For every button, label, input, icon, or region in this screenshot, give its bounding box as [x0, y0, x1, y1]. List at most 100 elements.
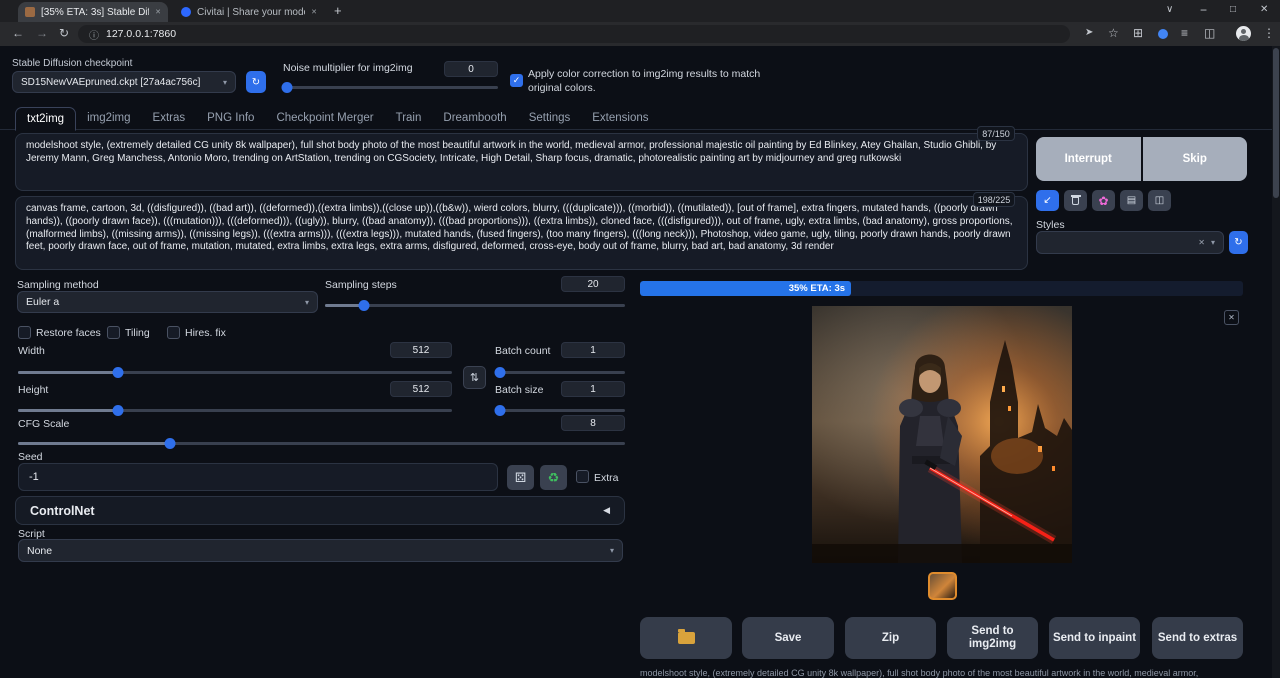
tab-png-info[interactable]: PNG Info: [196, 107, 265, 131]
zip-button[interactable]: Zip: [845, 617, 936, 659]
generation-info-text: modelshoot style, (extremely detailed CG…: [640, 668, 1243, 678]
height-value[interactable]: 512: [390, 381, 452, 397]
window-minimize-button[interactable]: −: [1200, 4, 1207, 16]
tab-txt2img[interactable]: txt2img: [15, 107, 76, 131]
window-close-button[interactable]: ✕: [1260, 5, 1268, 15]
prompt-textarea[interactable]: modelshoot style, (extremely detailed CG…: [15, 133, 1028, 191]
bookmark-star-icon[interactable]: ☆: [1108, 27, 1119, 39]
extension-blue-icon[interactable]: [1158, 29, 1168, 39]
reading-list-icon[interactable]: ≡: [1181, 27, 1188, 39]
gallery-thumbnail[interactable]: [928, 572, 957, 600]
noise-multiplier-label: Noise multiplier for img2img: [283, 62, 413, 74]
height-slider[interactable]: [18, 404, 452, 416]
styles-dropdown[interactable]: ✕ ▾: [1036, 231, 1224, 254]
sampling-steps-label: Sampling steps: [325, 279, 397, 291]
batch-count-value[interactable]: 1: [561, 342, 625, 358]
tiling-checkbox[interactable]: [107, 326, 120, 339]
send-to-extras-button[interactable]: Send to extras: [1152, 617, 1243, 659]
seed-input[interactable]: -1: [18, 463, 498, 491]
site-info-icon[interactable]: ⓘ: [89, 27, 99, 42]
apply-styles-button[interactable]: ▤: [1120, 190, 1143, 211]
noise-multiplier-value[interactable]: 0: [444, 61, 498, 77]
tab-checkpoint-merger[interactable]: Checkpoint Merger: [265, 107, 384, 131]
paste-icon: ↙: [1043, 195, 1051, 206]
interrupt-button[interactable]: Interrupt: [1036, 137, 1141, 181]
browser-menu-kebab-icon[interactable]: ⋮: [1263, 27, 1275, 39]
back-icon[interactable]: ←: [12, 27, 24, 39]
batch-count-slider[interactable]: [495, 366, 625, 378]
cfg-scale-value[interactable]: 8: [561, 415, 625, 431]
refresh-icon: ↻: [252, 77, 260, 88]
profile-avatar[interactable]: [1236, 26, 1251, 41]
tab-title: Civitai | Share your models: [197, 7, 305, 18]
chevron-down-icon: ▾: [305, 298, 309, 307]
recycle-icon: ♻: [548, 470, 560, 486]
sampling-steps-slider[interactable]: [325, 299, 625, 311]
tab-title: [35% ETA: 3s] Stable Diffusion: [41, 7, 149, 18]
window-maximize-button[interactable]: □: [1230, 5, 1236, 15]
tab-extras[interactable]: Extras: [142, 107, 197, 131]
send-to-img2img-button[interactable]: Send to img2img: [947, 617, 1038, 659]
paste-generation-params-button[interactable]: ↙: [1036, 190, 1059, 211]
clear-prompt-button[interactable]: [1064, 190, 1087, 211]
url-text: 127.0.0.1:7860: [106, 28, 176, 40]
swap-dimensions-button[interactable]: ⇅: [463, 366, 486, 389]
extra-networks-button[interactable]: ✿: [1092, 190, 1115, 211]
cfg-scale-slider[interactable]: [18, 437, 625, 449]
controlnet-accordion[interactable]: ControlNet ◀: [15, 496, 625, 525]
share-icon[interactable]: ➤: [1085, 28, 1093, 38]
generated-image-preview[interactable]: [812, 306, 1072, 563]
tab-close-icon[interactable]: ✕: [155, 8, 161, 16]
save-style-button[interactable]: ◫: [1148, 190, 1171, 211]
tab-dreambooth[interactable]: Dreambooth: [432, 107, 517, 131]
batch-count-label: Batch count: [495, 345, 550, 357]
refresh-checkpoint-button[interactable]: ↻: [246, 71, 266, 93]
reload-icon[interactable]: ↻: [59, 27, 69, 39]
sampling-method-dropdown[interactable]: Euler a ▾: [17, 291, 318, 313]
hires-fix-checkbox[interactable]: [167, 326, 180, 339]
extensions-grid-icon[interactable]: ⊞: [1133, 27, 1143, 39]
side-panel-icon[interactable]: ◫: [1204, 27, 1215, 39]
screen: [35% ETA: 3s] Stable Diffusion ✕ Civitai…: [0, 0, 1280, 678]
checkpoint-dropdown[interactable]: SD15NewVAEpruned.ckpt [27a4ac756c] ▾: [12, 71, 236, 93]
tab-extensions[interactable]: Extensions: [581, 107, 659, 131]
open-folder-button[interactable]: [640, 617, 732, 659]
address-bar[interactable]: ⓘ 127.0.0.1:7860: [78, 25, 1070, 43]
forward-icon[interactable]: →: [36, 27, 48, 39]
close-icon: ✕: [1228, 313, 1235, 322]
page-scrollbar-thumb[interactable]: [1273, 48, 1279, 198]
save-button[interactable]: Save: [742, 617, 834, 659]
height-label: Height: [18, 384, 48, 396]
cfg-scale-label: CFG Scale: [18, 418, 69, 430]
new-tab-button[interactable]: +: [334, 4, 342, 17]
folder-icon: [678, 632, 695, 644]
sampling-method-value: Euler a: [26, 296, 299, 308]
browser-tab-civitai[interactable]: Civitai | Share your models ✕: [174, 2, 324, 22]
sampling-steps-value[interactable]: 20: [561, 276, 625, 292]
tab-search-chevron-icon[interactable]: ∨: [1166, 5, 1173, 15]
tab-img2img[interactable]: img2img: [76, 107, 141, 131]
tab-train[interactable]: Train: [385, 107, 433, 131]
tab-settings[interactable]: Settings: [518, 107, 582, 131]
controlnet-label: ControlNet: [30, 504, 95, 518]
color-correction-checkbox[interactable]: ✓: [510, 74, 523, 87]
stable-diffusion-favicon: [25, 7, 35, 17]
close-gallery-button[interactable]: ✕: [1224, 310, 1239, 325]
browser-tab-stable-diffusion[interactable]: [35% ETA: 3s] Stable Diffusion ✕: [18, 2, 168, 22]
tab-close-icon[interactable]: ✕: [311, 8, 317, 16]
restore-faces-checkbox[interactable]: [18, 326, 31, 339]
chevron-down-icon: ▾: [223, 78, 227, 87]
send-to-inpaint-button[interactable]: Send to inpaint: [1049, 617, 1140, 659]
batch-size-value[interactable]: 1: [561, 381, 625, 397]
noise-multiplier-slider[interactable]: [283, 81, 498, 93]
script-dropdown[interactable]: None ▾: [18, 539, 623, 562]
width-value[interactable]: 512: [390, 342, 452, 358]
skip-button[interactable]: Skip: [1143, 137, 1248, 181]
reuse-seed-button[interactable]: ♻: [540, 465, 567, 490]
refresh-styles-button[interactable]: ↻: [1229, 231, 1248, 254]
extra-seed-checkbox[interactable]: [576, 470, 589, 483]
random-seed-button[interactable]: ⚄: [507, 465, 534, 490]
negative-prompt-textarea[interactable]: canvas frame, cartoon, 3d, ((disfigured)…: [15, 196, 1028, 270]
width-slider[interactable]: [18, 366, 452, 378]
clear-styles-icon[interactable]: ✕: [1198, 238, 1205, 247]
